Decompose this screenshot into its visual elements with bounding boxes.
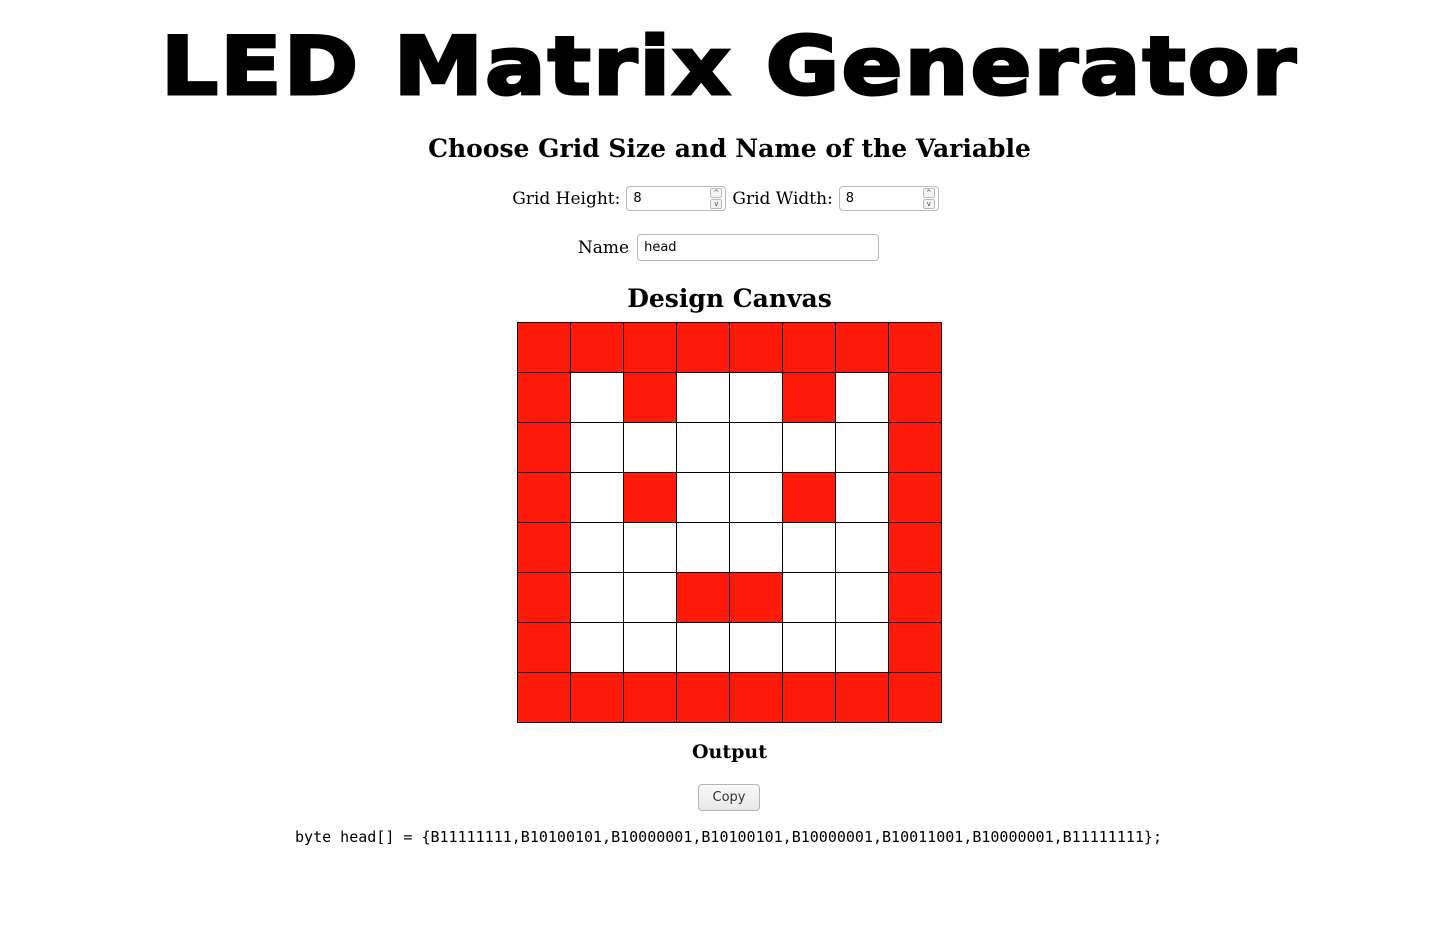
led-cell[interactable] bbox=[677, 373, 730, 423]
led-cell[interactable] bbox=[624, 673, 677, 723]
copy-button[interactable]: Copy bbox=[698, 784, 760, 811]
grid-height-spinner: ^ v bbox=[710, 188, 723, 209]
grid-width-input[interactable] bbox=[845, 188, 922, 209]
led-cell[interactable] bbox=[624, 373, 677, 423]
variable-name-row: Name bbox=[0, 234, 1449, 261]
led-cell[interactable] bbox=[730, 573, 783, 623]
grid-height-field: ^ v bbox=[626, 186, 727, 211]
led-cell[interactable] bbox=[677, 673, 730, 723]
led-cell[interactable] bbox=[624, 573, 677, 623]
page-title: LED Matrix Generator bbox=[159, 20, 1299, 113]
led-cell[interactable] bbox=[836, 523, 889, 573]
led-cell[interactable] bbox=[783, 623, 836, 673]
led-cell[interactable] bbox=[836, 573, 889, 623]
led-cell[interactable] bbox=[518, 423, 571, 473]
grid-width-decrement-button[interactable]: v bbox=[922, 199, 935, 209]
led-cell[interactable] bbox=[889, 673, 942, 723]
led-cell[interactable] bbox=[730, 373, 783, 423]
led-cell[interactable] bbox=[624, 623, 677, 673]
variable-name-label: Name bbox=[577, 237, 630, 258]
led-cell[interactable] bbox=[677, 523, 730, 573]
led-cell[interactable] bbox=[836, 373, 889, 423]
led-cell[interactable] bbox=[571, 323, 624, 373]
led-cell[interactable] bbox=[518, 523, 571, 573]
led-cell[interactable] bbox=[889, 623, 942, 673]
grid-height-input[interactable] bbox=[633, 188, 710, 209]
design-canvas-heading: Design Canvas bbox=[627, 284, 832, 313]
led-cell[interactable] bbox=[783, 523, 836, 573]
led-cell[interactable] bbox=[783, 373, 836, 423]
led-cell[interactable] bbox=[836, 323, 889, 373]
led-cell[interactable] bbox=[889, 323, 942, 373]
led-cell[interactable] bbox=[836, 673, 889, 723]
led-cell[interactable] bbox=[783, 423, 836, 473]
led-cell[interactable] bbox=[571, 373, 624, 423]
led-cell[interactable] bbox=[571, 623, 624, 673]
led-cell[interactable] bbox=[677, 323, 730, 373]
grid-width-spinner: ^ v bbox=[922, 188, 935, 209]
led-cell[interactable] bbox=[571, 523, 624, 573]
led-cell[interactable] bbox=[518, 373, 571, 423]
led-design-canvas bbox=[517, 322, 942, 723]
led-cell[interactable] bbox=[518, 573, 571, 623]
led-cell[interactable] bbox=[730, 673, 783, 723]
led-cell[interactable] bbox=[783, 473, 836, 523]
led-cell[interactable] bbox=[889, 373, 942, 423]
led-cell[interactable] bbox=[677, 423, 730, 473]
led-cell[interactable] bbox=[889, 523, 942, 573]
led-cell[interactable] bbox=[518, 673, 571, 723]
led-cell[interactable] bbox=[571, 573, 624, 623]
output-heading: Output bbox=[691, 741, 768, 763]
page: LED Matrix Generator Choose Grid Size an… bbox=[0, 0, 1449, 928]
led-cell[interactable] bbox=[518, 623, 571, 673]
led-cell[interactable] bbox=[836, 473, 889, 523]
grid-size-controls: Grid Height: ^ v Grid Width: ^ v bbox=[0, 186, 1449, 211]
grid-height-increment-button[interactable]: ^ bbox=[710, 188, 723, 198]
led-cell[interactable] bbox=[889, 573, 942, 623]
led-cell[interactable] bbox=[571, 673, 624, 723]
led-cell[interactable] bbox=[518, 323, 571, 373]
led-cell[interactable] bbox=[677, 473, 730, 523]
settings-heading: Choose Grid Size and Name of the Variabl… bbox=[428, 134, 1031, 163]
led-cell[interactable] bbox=[571, 473, 624, 523]
led-cell[interactable] bbox=[677, 573, 730, 623]
grid-width-increment-button[interactable]: ^ bbox=[922, 188, 935, 198]
led-cell[interactable] bbox=[730, 523, 783, 573]
led-cell[interactable] bbox=[889, 473, 942, 523]
led-cell[interactable] bbox=[836, 623, 889, 673]
led-cell[interactable] bbox=[624, 323, 677, 373]
led-cell[interactable] bbox=[730, 473, 783, 523]
variable-name-input[interactable] bbox=[637, 234, 880, 261]
led-cell[interactable] bbox=[677, 623, 730, 673]
led-cell[interactable] bbox=[783, 323, 836, 373]
grid-height-decrement-button[interactable]: v bbox=[710, 199, 723, 209]
output-code: byte head[] = {B11111111,B10100101,B1000… bbox=[295, 828, 1162, 846]
grid-width-field: ^ v bbox=[838, 186, 939, 211]
led-cell[interactable] bbox=[783, 673, 836, 723]
led-cell[interactable] bbox=[889, 423, 942, 473]
led-cell[interactable] bbox=[783, 573, 836, 623]
led-cell[interactable] bbox=[624, 473, 677, 523]
led-cell[interactable] bbox=[730, 623, 783, 673]
grid-height-label: Grid Height: bbox=[512, 188, 621, 209]
led-cell[interactable] bbox=[624, 523, 677, 573]
led-cell[interactable] bbox=[624, 423, 677, 473]
led-cell[interactable] bbox=[518, 473, 571, 523]
grid-width-label: Grid Width: bbox=[732, 188, 833, 209]
led-cell[interactable] bbox=[730, 423, 783, 473]
led-cell[interactable] bbox=[836, 423, 889, 473]
led-cell[interactable] bbox=[730, 323, 783, 373]
led-cell[interactable] bbox=[571, 423, 624, 473]
